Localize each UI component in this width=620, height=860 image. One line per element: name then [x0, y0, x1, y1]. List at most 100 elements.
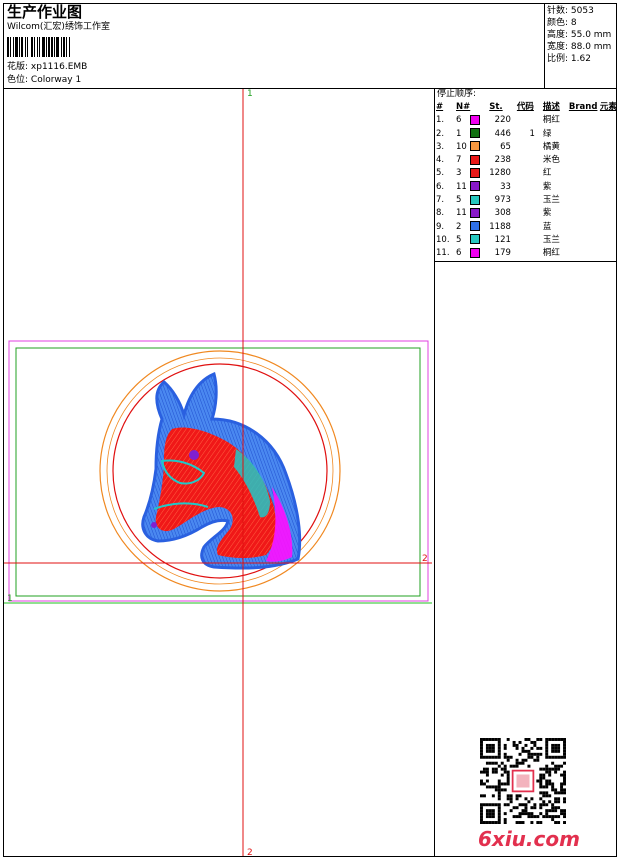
horse-head-embroidery [141, 371, 302, 570]
stitch-count-cell: 220 [494, 115, 511, 126]
brand-cell [569, 154, 600, 167]
design-file-value: xp1116.EMB [30, 62, 88, 72]
color-count: 颜色: 8 [547, 18, 577, 28]
element-cell [600, 181, 617, 194]
brand-cell [569, 128, 600, 141]
table-row: 5. 3 1280 红 [436, 167, 617, 180]
sidebar-divider [434, 88, 435, 857]
element-cell [600, 194, 617, 207]
element-cell [600, 114, 617, 127]
horse-nostril [151, 522, 157, 528]
qr-code [480, 738, 566, 824]
element-cell [600, 154, 617, 167]
element-cell [600, 128, 617, 141]
stop-index: 4. [436, 155, 445, 166]
code-cell [517, 234, 543, 247]
stitch-count-cell: 33 [500, 181, 511, 192]
description-cell: 橘黄 [542, 141, 560, 152]
description-cell: 蓝 [542, 221, 552, 232]
code-cell [517, 221, 543, 234]
description-cell: 紫 [542, 181, 552, 192]
stop-table-bottom-divider [434, 261, 617, 262]
brand-cell [569, 141, 600, 154]
code-cell: 1 [529, 128, 535, 139]
needle-number: 1 [456, 128, 462, 139]
description-cell: 桐红 [542, 115, 560, 126]
stitch-count-cell: 121 [494, 234, 511, 245]
header-divider-vertical [544, 3, 545, 89]
thread-color-swatch [470, 207, 481, 218]
color-swatch [470, 128, 489, 141]
code-cell [517, 141, 543, 154]
thread-color-swatch [470, 194, 481, 205]
color-swatch [470, 141, 489, 154]
description-cell: 红 [542, 168, 552, 179]
code-cell [517, 247, 543, 260]
stop-sequence-title: 停止顺序: [437, 89, 477, 99]
table-row: 8. 11 308 紫 [436, 207, 617, 220]
brand-cell [569, 181, 600, 194]
table-row: 3. 10 65 橘黄 [436, 141, 617, 154]
color-swatch [470, 114, 489, 127]
stop-index: 6. [436, 181, 445, 192]
col-needle-header: N# [456, 102, 471, 112]
brand-cell [569, 207, 600, 220]
description-cell: 绿 [542, 128, 552, 139]
color-swatch [470, 154, 489, 167]
design-label: 花版: [7, 62, 29, 72]
color-swatch [470, 181, 489, 194]
needle-number: 5 [456, 234, 462, 245]
table-row: 10. 5 121 玉兰 [436, 234, 617, 247]
needle-number: 5 [456, 195, 462, 206]
table-row: 2. 1 446 1 绿 [436, 128, 617, 141]
horizontal-guide-label-left: 1 [7, 594, 13, 604]
vertical-guide-label-top: 1 [247, 89, 253, 99]
color-swatch [470, 234, 489, 247]
color-swatch [470, 247, 489, 260]
stitch-count: 针数: 5053 [547, 6, 594, 16]
col-description-header: 描述 [542, 102, 560, 112]
stitch-count-cell: 973 [494, 195, 511, 206]
table-row: 7. 5 973 玉兰 [436, 194, 617, 207]
needle-number: 6 [456, 248, 462, 259]
thread-color-swatch [470, 114, 481, 125]
stop-index: 10. [436, 234, 450, 245]
horse-eye [189, 450, 199, 460]
color-swatch [470, 207, 489, 220]
needle-number: 11 [456, 208, 467, 219]
description-cell: 紫 [542, 208, 552, 219]
table-row: 1. 6 220 桐红 [436, 114, 617, 127]
design-height: 高度: 55.0 mm [547, 30, 612, 40]
stop-index: 3. [436, 141, 445, 152]
colorway-value: Colorway 1 [30, 75, 82, 85]
studio-name: Wilcom(汇宏)绣饰工作室 [7, 22, 110, 32]
needle-number: 7 [456, 155, 462, 166]
stitch-count-cell: 238 [494, 155, 511, 166]
thread-color-swatch [470, 221, 481, 232]
colorway-line: 色位: Colorway 1 [7, 75, 81, 86]
brand-cell [569, 221, 600, 234]
col-index-header: # [436, 102, 444, 112]
stop-index: 8. [436, 208, 445, 219]
stop-index: 9. [436, 221, 445, 232]
element-cell [600, 221, 617, 234]
brand-cell [569, 234, 600, 247]
color-swatch [470, 194, 489, 207]
stop-index: 7. [436, 195, 445, 206]
thread-color-swatch [470, 128, 481, 139]
needle-number: 3 [456, 168, 462, 179]
code-cell [517, 207, 543, 220]
table-row: 6. 11 33 紫 [436, 181, 617, 194]
needle-number: 6 [456, 115, 462, 126]
description-cell: 米色 [542, 155, 560, 166]
page-title: 生产作业图 [7, 3, 83, 21]
element-cell [600, 247, 617, 260]
code-cell [517, 181, 543, 194]
stop-index: 11. [436, 248, 450, 259]
needle-number: 11 [456, 181, 467, 192]
description-cell: 桐红 [542, 248, 560, 259]
brand-cell [569, 194, 600, 207]
stitch-count-cell: 1280 [489, 168, 511, 179]
brand-cell [569, 247, 600, 260]
site-watermark-logo: 6xiu.com [478, 827, 580, 851]
